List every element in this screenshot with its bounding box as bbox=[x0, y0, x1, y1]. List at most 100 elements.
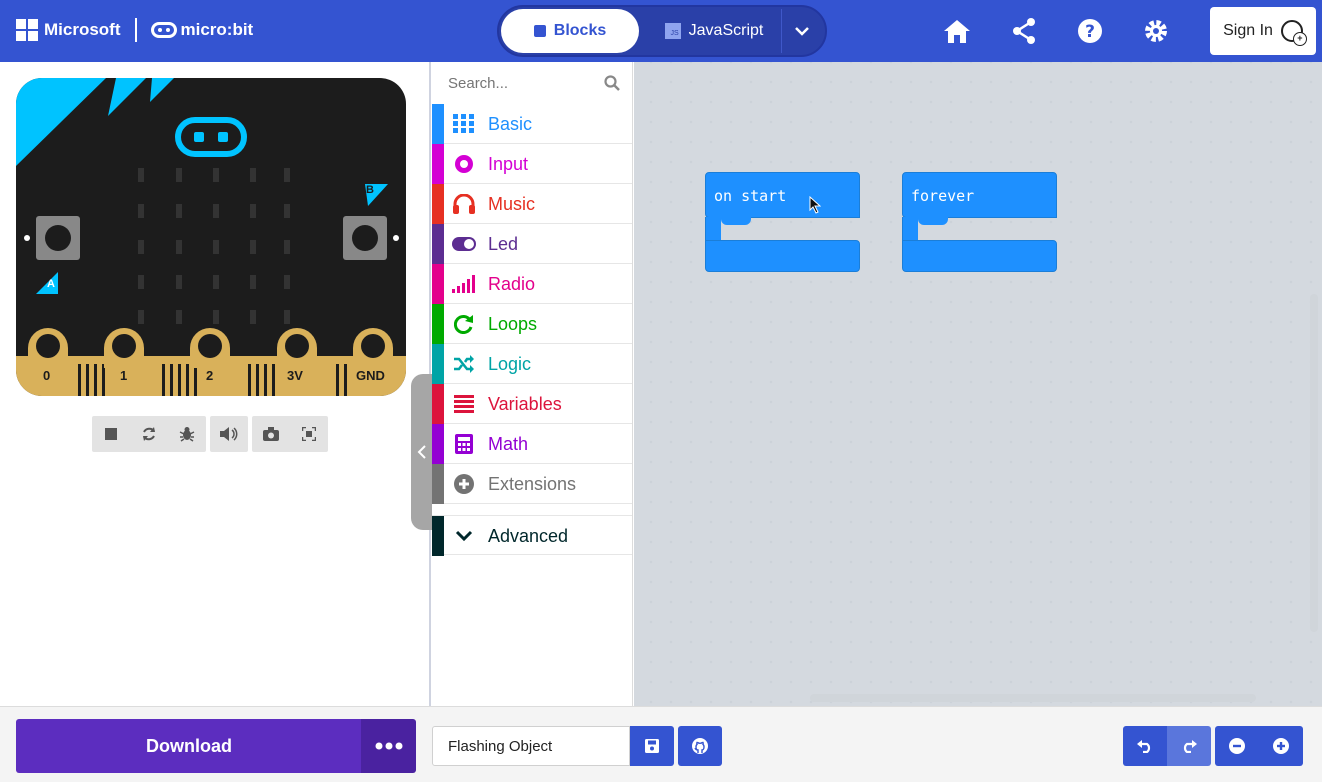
list-icon bbox=[452, 393, 476, 415]
download-label: Download bbox=[146, 735, 232, 756]
category-math[interactable]: Math bbox=[432, 424, 632, 464]
stop-icon bbox=[105, 428, 117, 440]
footer-bar: Download Flashing Object bbox=[0, 706, 1322, 782]
microbit-logo-icon bbox=[150, 22, 177, 38]
mute-icon bbox=[220, 427, 238, 441]
category-input[interactable]: Input bbox=[432, 144, 632, 184]
save-button[interactable] bbox=[630, 726, 674, 766]
help-button[interactable]: ? bbox=[1075, 16, 1105, 46]
headphones-icon bbox=[452, 193, 476, 215]
user-avatar-icon bbox=[1280, 20, 1307, 46]
pin-2-label: 2 bbox=[206, 368, 214, 383]
category-basic[interactable]: Basic bbox=[432, 104, 632, 144]
fullscreen-button[interactable] bbox=[290, 416, 328, 452]
mute-button[interactable] bbox=[210, 416, 248, 452]
category-label: Logic bbox=[488, 354, 532, 374]
block-notch bbox=[721, 217, 751, 225]
category-label: Extensions bbox=[488, 474, 577, 494]
category-loops[interactable]: Loops bbox=[432, 304, 632, 344]
block-notch bbox=[918, 217, 948, 225]
simulator-audio-group bbox=[210, 416, 248, 452]
category-logic[interactable]: Logic bbox=[432, 344, 632, 384]
search-icon bbox=[604, 75, 620, 91]
undo-icon bbox=[1137, 740, 1151, 753]
home-button[interactable] bbox=[942, 16, 972, 46]
sign-in-label: Sign In bbox=[1223, 22, 1273, 39]
category-color-bar bbox=[432, 516, 444, 556]
pin-1-label: 1 bbox=[120, 368, 128, 383]
microbit-board-graphic bbox=[16, 78, 406, 396]
project-name-input[interactable]: Flashing Object bbox=[432, 726, 630, 766]
tab-blocks[interactable]: Blocks bbox=[501, 9, 639, 53]
tab-blocks-label: Blocks bbox=[553, 22, 607, 39]
simulator-view-group bbox=[252, 416, 328, 452]
microbit-simulator[interactable]: A B 0 1 2 3V GND bbox=[16, 78, 406, 396]
category-music[interactable]: Music bbox=[432, 184, 632, 224]
github-button[interactable] bbox=[678, 726, 722, 766]
category-variables[interactable]: Variables bbox=[432, 384, 632, 424]
category-advanced[interactable]: Advanced bbox=[432, 515, 632, 556]
category-label: Led bbox=[488, 234, 519, 254]
category-color-bar bbox=[432, 344, 444, 384]
horizontal-scrollbar[interactable] bbox=[810, 694, 1256, 702]
zoom-in-button[interactable] bbox=[1259, 726, 1303, 766]
plus-circle-icon bbox=[1273, 738, 1289, 754]
makecode-editor: Microsoft micro:bit Blocks JS JavaScript bbox=[0, 0, 1322, 782]
javascript-icon: JS bbox=[664, 23, 681, 39]
category-label: Advanced bbox=[488, 526, 569, 546]
debug-icon bbox=[179, 427, 195, 442]
signal-bars-icon bbox=[452, 273, 476, 295]
category-color-bar bbox=[432, 264, 444, 304]
button-b-label: B bbox=[366, 184, 374, 196]
category-color-bar bbox=[432, 304, 444, 344]
settings-button[interactable] bbox=[1141, 16, 1171, 46]
category-label: Math bbox=[488, 434, 529, 454]
puzzle-icon bbox=[533, 25, 546, 37]
category-color-bar bbox=[432, 224, 444, 264]
input-icon bbox=[452, 153, 476, 175]
undo-button[interactable] bbox=[1123, 726, 1167, 766]
microsoft-logo-icon bbox=[16, 19, 38, 41]
more-options-button[interactable] bbox=[361, 719, 416, 773]
category-label: Music bbox=[488, 194, 536, 214]
pin-gnd-label: GND bbox=[356, 368, 385, 383]
tab-javascript[interactable]: JS JavaScript bbox=[649, 9, 779, 53]
chevron-down-icon bbox=[794, 27, 809, 36]
blocks-workspace[interactable]: on start forever bbox=[634, 62, 1322, 706]
toolbox-search[interactable] bbox=[432, 62, 632, 104]
download-button[interactable]: Download bbox=[16, 719, 362, 773]
grid-icon bbox=[452, 113, 476, 135]
vertical-scrollbar[interactable] bbox=[1310, 294, 1318, 632]
category-extensions[interactable]: Extensions bbox=[432, 464, 632, 504]
screenshot-button[interactable] bbox=[252, 416, 290, 452]
stop-button[interactable] bbox=[92, 416, 130, 452]
simulator-control-group bbox=[92, 416, 206, 452]
editor-toggle: Blocks JS JavaScript bbox=[497, 5, 827, 57]
plus-circle-icon bbox=[452, 473, 476, 495]
redo-button[interactable] bbox=[1167, 726, 1211, 766]
category-color-bar bbox=[432, 424, 444, 464]
search-input[interactable] bbox=[448, 74, 598, 92]
collapse-simulator-button[interactable] bbox=[411, 374, 433, 530]
restart-button[interactable] bbox=[130, 416, 168, 452]
sign-in-button[interactable]: Sign In bbox=[1210, 7, 1316, 55]
search-button[interactable] bbox=[604, 75, 620, 95]
microbit-brand-label: micro:bit bbox=[180, 20, 254, 39]
pin-0-label: 0 bbox=[43, 368, 51, 383]
fullscreen-icon bbox=[302, 427, 316, 441]
block-spine bbox=[705, 217, 721, 241]
block-header: forever bbox=[902, 172, 1057, 218]
zoom-out-button[interactable] bbox=[1215, 726, 1259, 766]
block-spine bbox=[902, 217, 918, 241]
category-color-bar bbox=[432, 384, 444, 424]
category-radio[interactable]: Radio bbox=[432, 264, 632, 304]
share-button[interactable] bbox=[1009, 16, 1039, 46]
category-label: Variables bbox=[488, 394, 562, 414]
brand[interactable]: Microsoft micro:bit bbox=[16, 18, 253, 42]
debug-button[interactable] bbox=[168, 416, 206, 452]
simulator-panel: A B 0 1 2 3V GND bbox=[0, 62, 433, 706]
block-footer bbox=[902, 240, 1057, 272]
editor-dropdown-button[interactable] bbox=[781, 9, 821, 53]
category-led[interactable]: Led bbox=[432, 224, 632, 264]
settings-icon bbox=[1145, 20, 1167, 42]
